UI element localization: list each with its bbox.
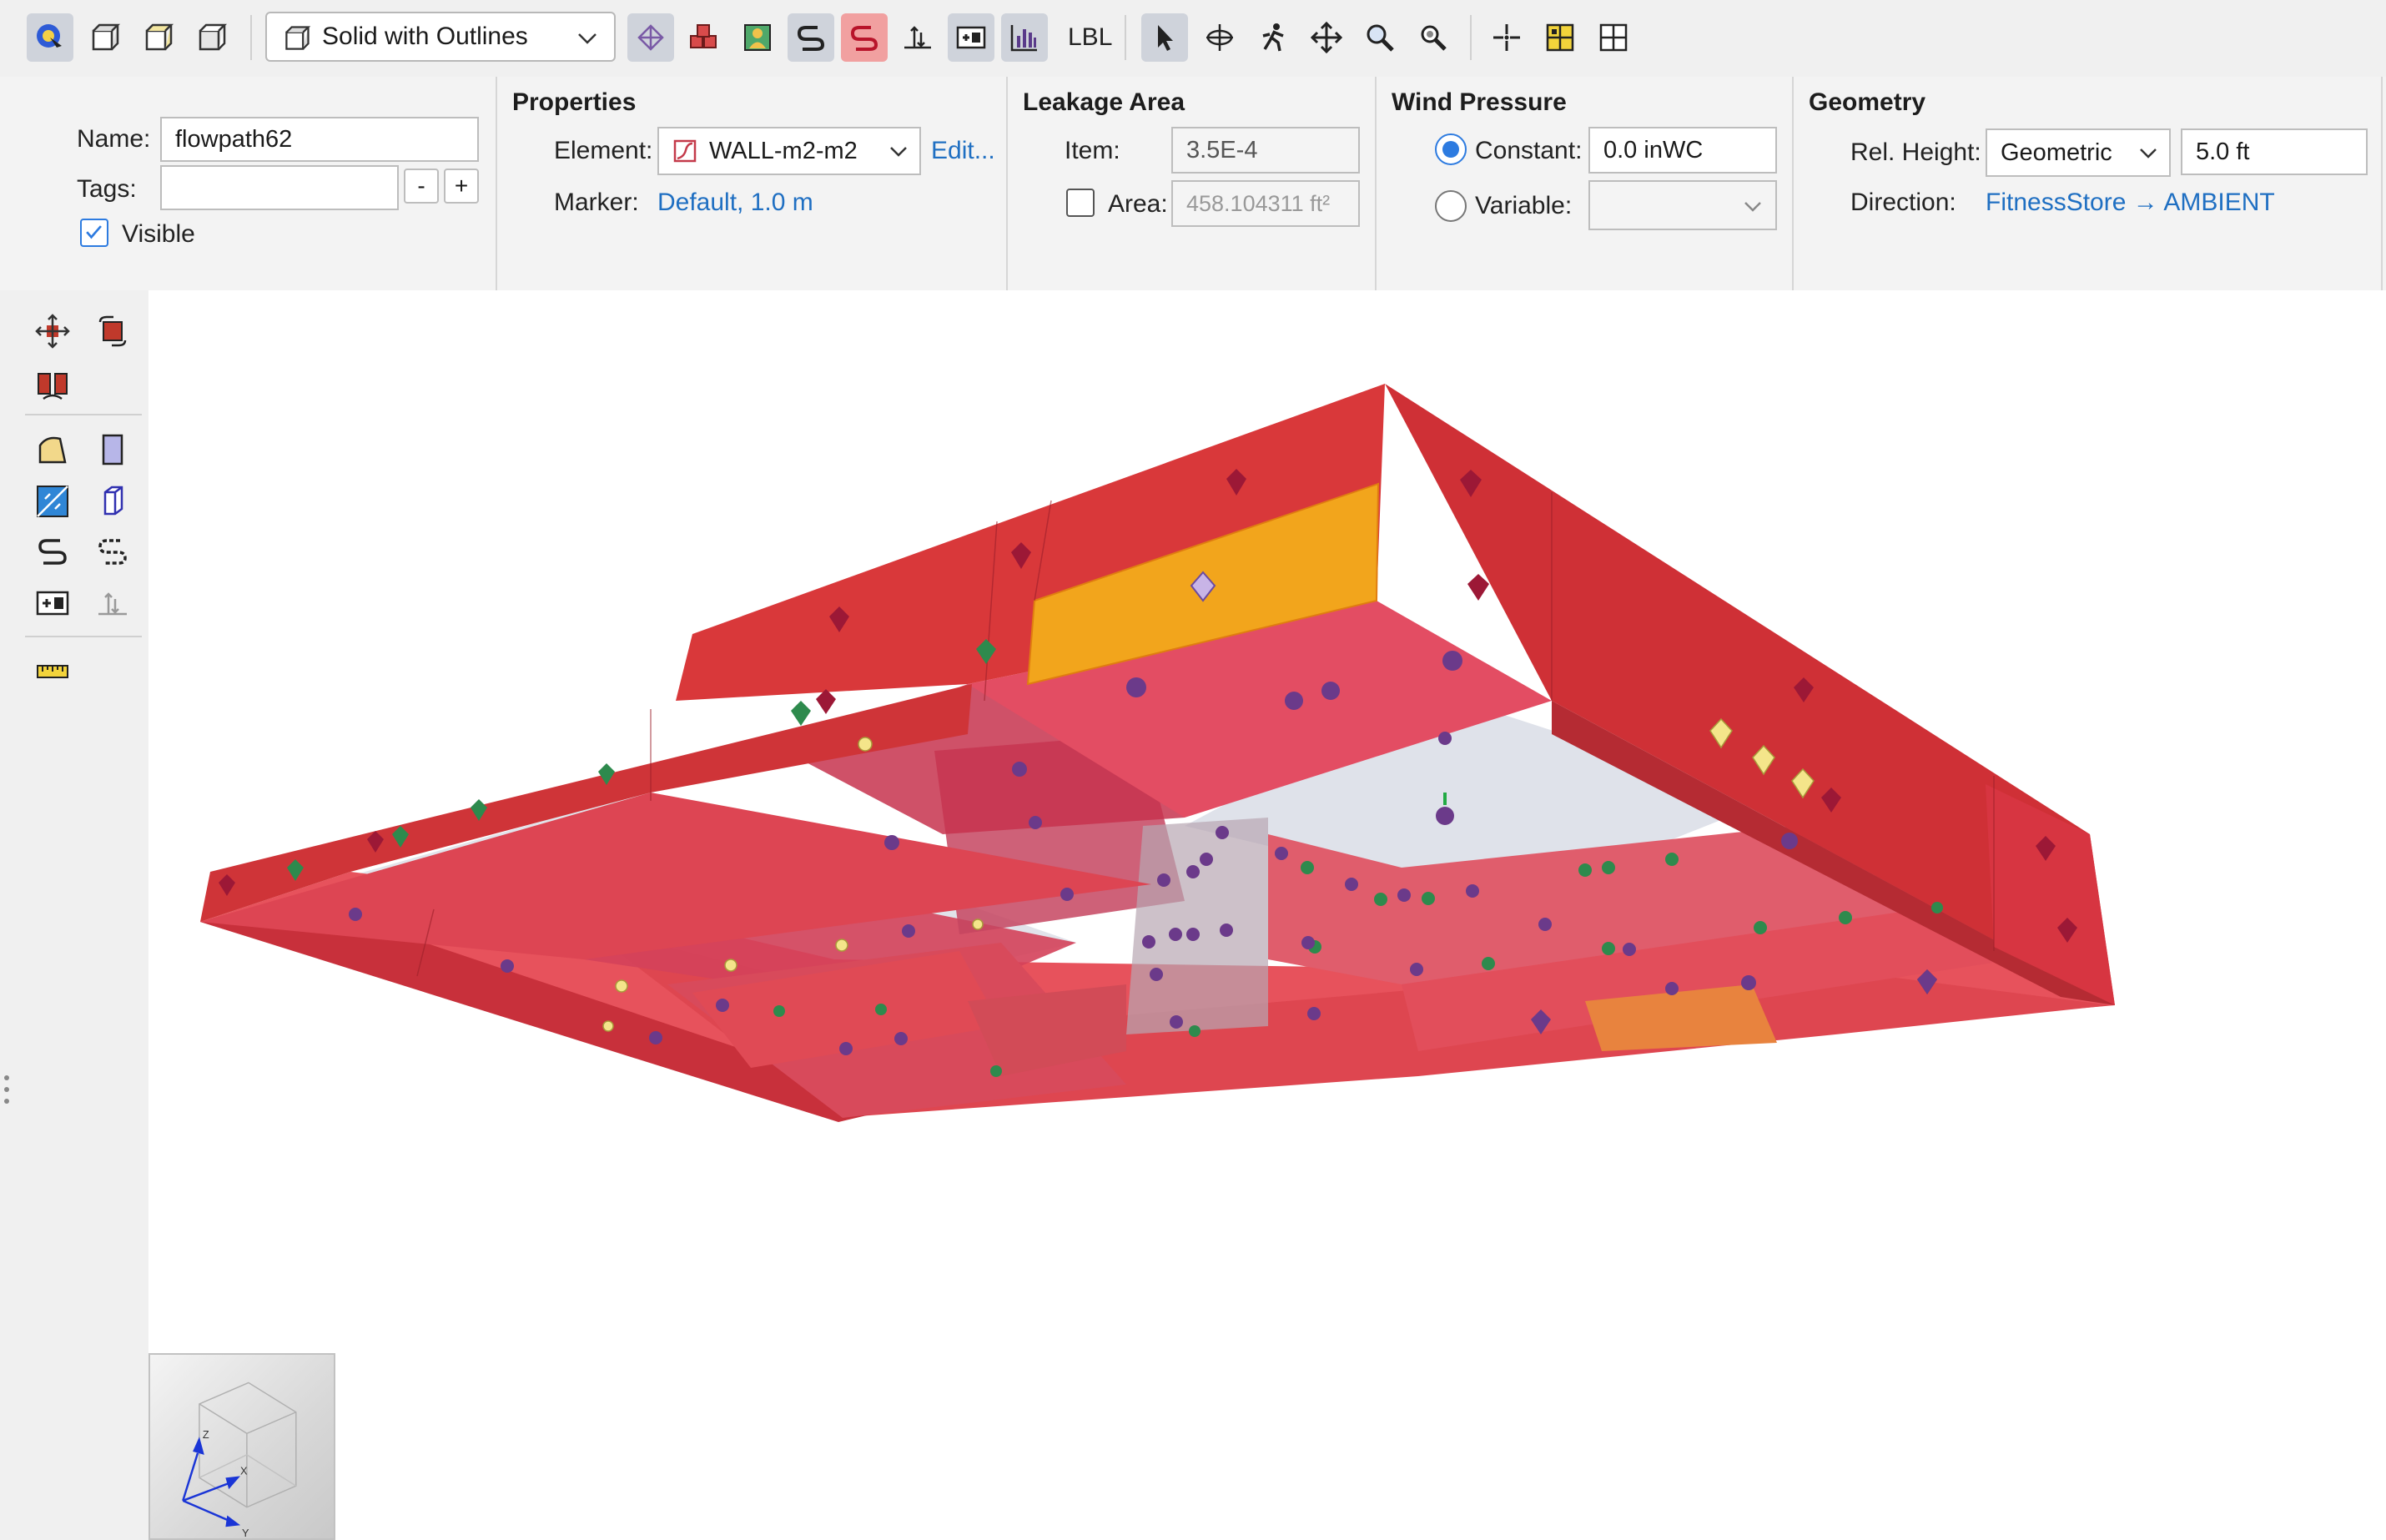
chevron-down-icon — [890, 147, 907, 157]
transparent-core — [1126, 818, 1268, 1034]
measure-ruler-icon[interactable] — [30, 649, 75, 694]
area-field[interactable]: 458.104311 ft² — [1171, 180, 1360, 227]
draw-rectangle-icon[interactable] — [90, 427, 135, 472]
constant-value: 0.0 inWC — [1603, 136, 1704, 164]
snap-crosshair-icon[interactable] — [1483, 13, 1530, 62]
label-toggle[interactable]: LBL — [1068, 23, 1112, 52]
draw-polygon-icon[interactable] — [30, 427, 75, 472]
move-zone-icon[interactable] — [30, 309, 75, 354]
cube-side-icon[interactable] — [189, 13, 235, 62]
flowpath-add-icon[interactable] — [30, 529, 75, 574]
variable-radio[interactable] — [1435, 190, 1467, 222]
name-input[interactable]: flowpath62 — [160, 117, 479, 162]
walk-icon[interactable] — [1250, 13, 1296, 62]
results-chart-icon[interactable] — [1001, 13, 1048, 62]
visible-label: Visible — [122, 220, 195, 248]
main-toolbar: Solid with Outlines LBL — [0, 0, 2386, 77]
element-value: WALL-m2-m2 — [709, 137, 858, 164]
snap-box-icon[interactable] — [1590, 13, 1637, 62]
area-value: 458.104311 ft² — [1186, 190, 1331, 216]
item-field[interactable]: 3.5E-4 — [1171, 127, 1360, 174]
mirror-zone-icon[interactable] — [30, 362, 75, 407]
constant-input[interactable]: 0.0 inWC — [1588, 127, 1777, 174]
cube-icon — [285, 26, 311, 50]
marker-link[interactable]: Default, 1.0 m — [657, 189, 813, 217]
flowpath-dashed-icon[interactable] — [90, 529, 135, 574]
add-tag-button[interactable]: + — [444, 169, 479, 204]
wind-pressure-title: Wind Pressure — [1392, 88, 1567, 116]
tags-input[interactable] — [160, 165, 399, 210]
rel-height-input[interactable]: 5.0 ft — [2181, 128, 2368, 175]
constant-label: Constant: — [1475, 137, 1583, 164]
duct-tool-icon[interactable] — [894, 13, 941, 62]
remove-tag-button[interactable]: - — [404, 169, 439, 204]
rotate-zone-icon[interactable] — [90, 309, 135, 354]
area-checkbox[interactable] — [1066, 189, 1095, 217]
zoom-icon[interactable] — [1357, 13, 1403, 62]
zones-tool-icon[interactable] — [681, 13, 727, 62]
orientation-gizmo[interactable]: Z X Y — [148, 1353, 335, 1540]
wireframe-tool-icon[interactable] — [627, 13, 674, 62]
terminal-add-icon[interactable] — [30, 581, 75, 626]
panel-resize-grip-icon[interactable] — [3, 1074, 10, 1105]
cube-front-icon[interactable] — [135, 13, 182, 62]
name-value: flowpath62 — [175, 125, 293, 153]
rel-height-mode-dropdown[interactable]: Geometric — [1986, 128, 2171, 177]
item-value: 3.5E-4 — [1186, 136, 1258, 164]
chevron-down-icon — [1744, 202, 1761, 212]
item-label: Item: — [1065, 137, 1120, 164]
variable-dropdown[interactable] — [1588, 180, 1777, 230]
orbit-icon[interactable] — [1196, 13, 1243, 62]
direction-label: Direction: — [1850, 189, 1956, 216]
render-mode-dropdown[interactable]: Solid with Outlines — [265, 12, 616, 62]
select-arrow-icon[interactable] — [1141, 13, 1188, 62]
chevron-down-icon — [2140, 148, 2157, 159]
property-panel: Name: flowpath62 Tags: - + Visible Prope… — [0, 77, 2386, 290]
edit-element-link[interactable]: Edit... — [931, 137, 995, 165]
duct-add-icon[interactable] — [90, 581, 135, 626]
rel-height-value: 5.0 ft — [2196, 138, 2250, 165]
rel-height-mode-value: Geometric — [2001, 138, 2112, 166]
3d-viewport[interactable]: Z X Y — [148, 290, 2386, 1540]
flowpath-red-tool-icon[interactable] — [841, 13, 888, 62]
variable-label: Variable: — [1475, 192, 1573, 219]
snap-grid-icon[interactable] — [1537, 13, 1583, 62]
rel-height-label: Rel. Height: — [1850, 138, 1981, 166]
render-mode-label: Solid with Outlines — [322, 23, 528, 50]
extrude-icon[interactable] — [90, 479, 135, 524]
chevron-down-icon — [578, 33, 596, 44]
checkmark-icon — [86, 225, 102, 239]
tags-label: Tags: — [77, 175, 137, 203]
area-label: Area: — [1108, 190, 1168, 218]
geometry-title: Geometry — [1809, 88, 1926, 116]
split-zone-icon[interactable] — [30, 479, 75, 524]
y-axis-label: Y — [242, 1527, 249, 1538]
z-axis-label: Z — [203, 1428, 209, 1441]
flowpath-tool-icon[interactable] — [788, 13, 834, 62]
zoom-extents-icon[interactable] — [1410, 13, 1457, 62]
element-label: Element: — [554, 137, 653, 164]
terminal-tool-icon[interactable] — [948, 13, 994, 62]
properties-title: Properties — [512, 88, 637, 116]
marker-label: Marker: — [554, 189, 639, 216]
occupant-tool-icon[interactable] — [734, 13, 781, 62]
direction-link[interactable]: FitnessStore → AMBIENT — [1986, 189, 2275, 217]
cube-view-icon[interactable] — [82, 13, 128, 62]
x-axis-label: X — [240, 1464, 248, 1477]
element-dropdown[interactable]: WALL-m2-m2 — [657, 127, 921, 175]
building-model[interactable] — [148, 290, 2386, 1540]
pan-icon[interactable] — [1303, 13, 1350, 62]
view-mode-icon[interactable] — [27, 13, 73, 62]
wall-element-icon — [673, 139, 697, 163]
visible-checkbox[interactable] — [80, 219, 108, 247]
leakage-area-title: Leakage Area — [1023, 88, 1185, 116]
tool-palette — [0, 290, 148, 1540]
name-label: Name: — [77, 125, 151, 153]
constant-radio[interactable] — [1435, 133, 1467, 165]
